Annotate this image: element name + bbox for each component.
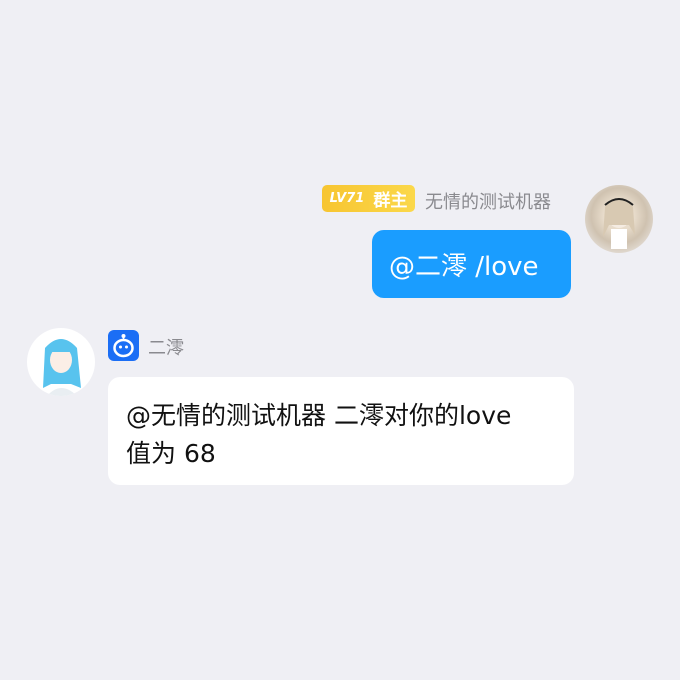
bot-name[interactable]: 二澪 [148,334,184,360]
outgoing-message-text: @二澪 /love [389,251,539,282]
incoming-message-bubble[interactable]: @无情的测试机器 二澪对你的love值为 68 [108,377,574,485]
bot-icon [108,330,139,361]
anime-avatar-icon [43,339,81,396]
incoming-message-text: @无情的测试机器 二澪对你的love值为 68 [126,401,512,468]
anime-avatar-icon [603,198,635,249]
bot-avatar[interactable] [27,328,95,396]
sender-avatar[interactable] [585,185,653,253]
role-label: 群主 [373,191,408,211]
level-label: LV71 [329,191,365,206]
level-badge: LV71 群主 [322,185,415,212]
sender-name[interactable]: 无情的测试机器 [425,188,551,214]
outgoing-message-bubble[interactable]: @二澪 /love [372,230,571,298]
